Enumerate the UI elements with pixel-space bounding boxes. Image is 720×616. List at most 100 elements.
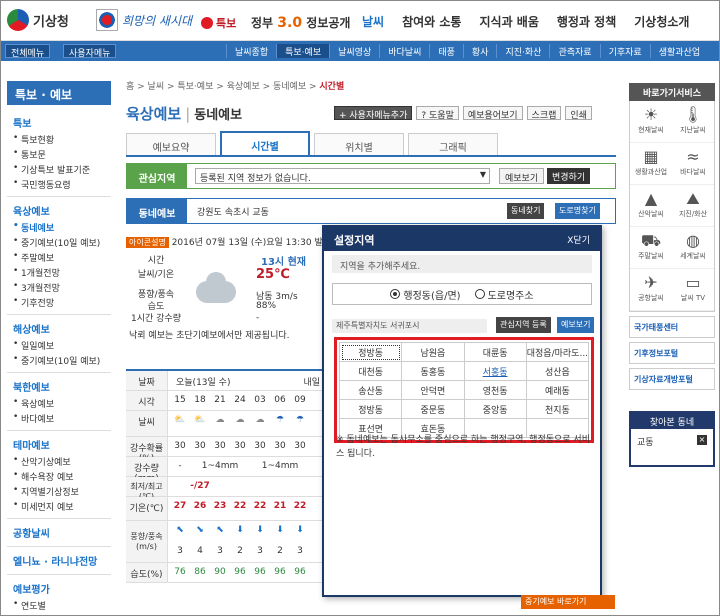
sidebar-category[interactable]: 엘니뇨 · 라니냐전망: [7, 546, 111, 570]
sub-nav-item[interactable]: 황사: [462, 44, 497, 58]
service-past-weather[interactable]: 🌡 지난날씨: [672, 101, 714, 143]
sidebar-category[interactable]: 테마예보: [7, 430, 111, 454]
sidebar-item[interactable]: 통보문: [7, 147, 111, 162]
sidebar-item[interactable]: 육상예보: [7, 396, 111, 411]
district-cell[interactable]: 예래동: [525, 380, 590, 400]
district-cell[interactable]: 남원읍: [401, 342, 465, 362]
data-portal-link[interactable]: 기상자료개방포털: [629, 368, 715, 390]
service-world[interactable]: ◍ 세계날씨: [672, 227, 714, 269]
interest-change-button[interactable]: 변경하기: [547, 168, 591, 184]
sidebar-item[interactable]: 주말예보: [7, 250, 111, 265]
sub-nav-item[interactable]: 날씨종합: [226, 44, 276, 58]
add-interest-button[interactable]: 관심지역 등록: [496, 317, 551, 333]
sidebar-item[interactable]: 특보현황: [7, 132, 111, 147]
sidebar-item[interactable]: 기상특보 발표기준: [7, 162, 111, 177]
district-cell[interactable]: 천지동: [525, 399, 590, 419]
district-cell[interactable]: 대천동: [338, 361, 403, 381]
sidebar-item[interactable]: 바다예보: [7, 411, 111, 426]
tab-summary[interactable]: 예보요약: [126, 133, 216, 155]
sidebar-item[interactable]: 일일예보: [7, 338, 111, 353]
district-cell[interactable]: 정방동: [338, 342, 403, 362]
interest-view-button[interactable]: 예보보기: [499, 168, 545, 184]
interest-select[interactable]: 등록된 지역 정보가 없습니다. ▼: [195, 168, 490, 184]
sub-nav-item[interactable]: 기후자료: [599, 44, 650, 58]
sidebar-item[interactable]: 국민행동요령: [7, 177, 111, 192]
main-nav-policy[interactable]: 행정과 정책: [548, 13, 625, 30]
popup-close-button[interactable]: X닫기: [567, 233, 590, 246]
service-airport[interactable]: ✈ 공항날씨: [630, 269, 672, 311]
district-cell[interactable]: 안덕면: [401, 380, 465, 400]
find-road-button[interactable]: 도로명찾기: [555, 203, 600, 219]
main-nav-about[interactable]: 기상청소개: [625, 13, 698, 30]
sub-nav-item[interactable]: 생활과산업: [649, 44, 708, 58]
service-weekend[interactable]: ⛟ 주말날씨: [630, 227, 672, 269]
district-cell-selected[interactable]: 서홍동: [463, 361, 527, 381]
sidebar-item[interactable]: 기후전망: [7, 295, 111, 310]
print-button[interactable]: 인쇄: [565, 106, 592, 121]
district-cell[interactable]: 영천동: [463, 380, 527, 400]
climate-portal-link[interactable]: 기후정보포털: [629, 342, 715, 364]
sidebar-category[interactable]: 공항날씨: [7, 518, 111, 542]
tab-graphic[interactable]: 그래픽: [408, 133, 498, 155]
sidebar-item[interactable]: 1개월전망: [7, 265, 111, 280]
district-cell[interactable]: 대륜동: [463, 342, 527, 362]
radio-road-address[interactable]: 도로명주소: [474, 287, 534, 302]
sidebar-item[interactable]: 연도별: [7, 598, 111, 613]
sidebar-item[interactable]: 지역별기상정보: [7, 484, 111, 499]
sidebar-item[interactable]: 미세먼지 예보: [7, 499, 111, 514]
district-cell[interactable]: 정방동: [338, 399, 403, 419]
sidebar-category[interactable]: 특보: [7, 109, 111, 132]
tab-hourly[interactable]: 시간별: [220, 131, 310, 155]
scrap-button[interactable]: 스크랩: [526, 106, 562, 121]
typhoon-center-link[interactable]: 국가태풍센터: [629, 316, 715, 338]
recent-dongne-item[interactable]: 교동: [637, 438, 654, 448]
sidebar-item[interactable]: 3개월전망: [7, 280, 111, 295]
user-menu-button[interactable]: 사용자메뉴: [63, 44, 117, 59]
main-nav-participation[interactable]: 참여와 소통: [393, 13, 470, 30]
sub-nav-item[interactable]: 바다날씨: [379, 44, 429, 58]
close-icon[interactable]: ×: [697, 435, 707, 445]
main-nav-weather[interactable]: 날씨: [353, 13, 393, 30]
all-menu-button[interactable]: 전체메뉴: [5, 44, 51, 59]
add-user-menu-button[interactable]: + 사용자메뉴추가: [334, 106, 413, 121]
tab-location[interactable]: 위치별: [314, 133, 404, 155]
district-cell[interactable]: 대정읍/마라도...: [525, 342, 590, 362]
sidebar-category[interactable]: 예보평가: [7, 574, 111, 598]
service-current-weather[interactable]: ☀ 현재날씨: [630, 101, 672, 143]
sidebar-item-dongne[interactable]: 동네예보: [7, 220, 111, 235]
sidebar-item[interactable]: 중기예보(10일 예보): [7, 235, 111, 250]
find-dongne-button[interactable]: 동네찾기: [507, 203, 545, 219]
service-marine[interactable]: ≈ 바다날씨: [672, 143, 714, 185]
glossary-button[interactable]: 예보용어보기: [462, 106, 523, 121]
service-tv[interactable]: ▭ 날씨 TV: [672, 269, 714, 311]
district-cell[interactable]: 동홍동: [401, 361, 465, 381]
sub-nav-item[interactable]: 지진·화산: [496, 44, 549, 58]
radio-admin-dong[interactable]: 행정동(읍/면): [390, 287, 461, 302]
sidebar-item[interactable]: 중기예보(10일 예보): [7, 353, 111, 368]
district-cell[interactable]: 중문동: [401, 399, 465, 419]
sidebar-category[interactable]: 북한예보: [7, 372, 111, 396]
district-cell[interactable]: 중앙동: [463, 399, 527, 419]
sub-nav-item[interactable]: 관측자료: [549, 44, 599, 58]
sub-nav-item[interactable]: 날씨영상: [329, 44, 379, 58]
selected-region-field[interactable]: 제주특별자치도 서귀포시: [332, 319, 487, 333]
breadcrumb-path[interactable]: 홈 > 날씨 > 특보·예보 > 육상예보 > 동네예보 >: [126, 82, 319, 92]
sub-nav-item[interactable]: 태풍: [429, 44, 463, 58]
icon-legend-button[interactable]: 아이콘설명: [126, 237, 169, 248]
sidebar-category[interactable]: 해상예보: [7, 314, 111, 338]
popup-view-forecast-button[interactable]: 예보보기: [557, 317, 595, 333]
sidebar-item[interactable]: 해수욕장 예보: [7, 469, 111, 484]
help-button[interactable]: ? 도움말: [416, 106, 459, 121]
gov30-link[interactable]: 정부 3.0 정보공개: [251, 14, 350, 31]
district-cell[interactable]: 송산동: [338, 380, 403, 400]
district-cell[interactable]: 성산읍: [525, 361, 590, 381]
alert-link[interactable]: 특보: [201, 15, 236, 31]
slogan-banner[interactable]: 희망의 새시대: [96, 9, 192, 31]
mid-term-forecast-button[interactable]: 중기예보 바로가기: [521, 595, 615, 609]
service-earthquake[interactable]: ⛰ 지진/화산: [672, 185, 714, 227]
main-nav-knowledge[interactable]: 지식과 배움: [470, 13, 547, 30]
sidebar-item[interactable]: 산악기상예보: [7, 454, 111, 469]
service-mountain[interactable]: ▲ 산악날씨: [630, 185, 672, 227]
sidebar-category[interactable]: 육상예보: [7, 196, 111, 220]
logo[interactable]: 기상청: [7, 9, 69, 31]
